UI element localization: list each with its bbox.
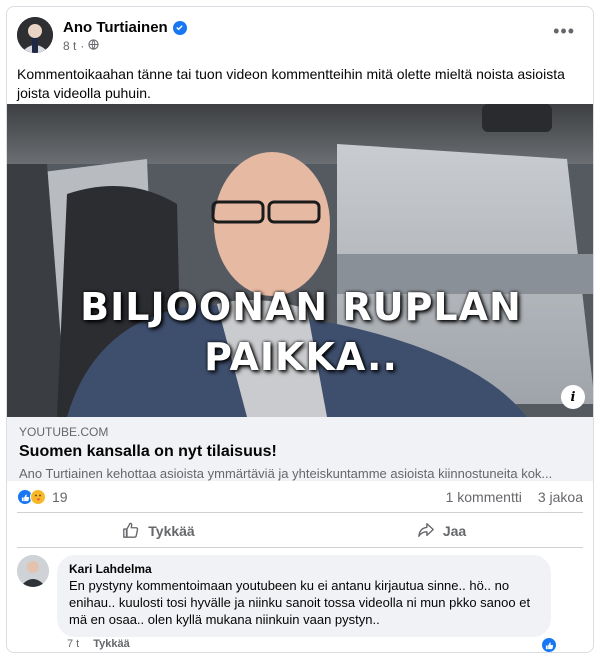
reactions-bar: 19 1 kommentti 3 jakoa	[17, 483, 583, 511]
video-thumbnail[interactable]: BILJOONAN RUPLAN PAIKKA.. i	[7, 104, 593, 417]
comment-time[interactable]: 7 t	[67, 638, 79, 650]
like-button[interactable]: Tykkää	[17, 515, 300, 547]
post-actions: Tykkää Jaa	[17, 515, 583, 547]
comment-like-reaction-icon[interactable]	[541, 637, 557, 652]
info-icon[interactable]: i	[561, 385, 585, 409]
share-button[interactable]: Jaa	[300, 515, 583, 547]
thumbs-up-icon	[122, 521, 140, 542]
author-name[interactable]: Ano Turtiainen	[63, 19, 187, 36]
separator-dot: ·	[80, 39, 85, 53]
engagement-counts: 1 kommentti 3 jakoa	[446, 489, 583, 505]
post-meta: 8 t ·	[63, 39, 99, 53]
comment-like-button[interactable]: Tykkää	[93, 638, 130, 650]
overlay-line-2: PAIKKA..	[204, 335, 398, 379]
reaction-icons[interactable]	[17, 489, 46, 505]
comment-meta: 7 t Tykkää	[67, 638, 130, 650]
reaction-count[interactable]: 19	[52, 489, 68, 505]
link-domain: YOUTUBE.COM	[19, 425, 109, 439]
commenter-avatar[interactable]	[17, 555, 49, 587]
divider-bottom	[17, 547, 583, 548]
share-arrow-icon	[417, 521, 435, 542]
divider-top	[17, 512, 583, 513]
comment-count[interactable]: 1 kommentti	[446, 489, 522, 505]
author-name-text[interactable]: Ano Turtiainen	[63, 19, 168, 36]
post-time[interactable]: 8 t	[63, 39, 76, 53]
link-preview[interactable]: YOUTUBE.COM Suomen kansalla on nyt tilai…	[7, 417, 593, 481]
link-title[interactable]: Suomen kansalla on nyt tilaisuus!	[19, 443, 583, 461]
comment-bubble: Kari Lahdelma En pystyny kommentoimaan y…	[57, 555, 551, 637]
verified-badge-icon	[172, 20, 187, 35]
facebook-post: Ano Turtiainen 8 t · ••• Kommentoikaahan…	[6, 6, 594, 653]
commenter-name[interactable]: Kari Lahdelma	[69, 562, 539, 576]
post-header: Ano Turtiainen 8 t · •••	[17, 17, 583, 57]
share-button-label: Jaa	[442, 523, 467, 539]
globe-icon	[88, 39, 99, 53]
more-options-icon[interactable]: •••	[553, 21, 575, 42]
link-description: Ano Turtiainen kehottaa asioista ymmärtä…	[19, 466, 553, 481]
video-overlay-text: BILJOONAN RUPLAN PAIKKA..	[7, 282, 593, 382]
like-button-label: Tykkää	[148, 523, 195, 539]
overlay-line-1: BILJOONAN RUPLAN	[80, 285, 522, 329]
care-reaction-icon	[30, 489, 46, 505]
post-text: Kommentoikaahan tänne tai tuon videon ko…	[17, 66, 565, 101]
comment-text: En pystyny kommentoimaan youtubeen ku ei…	[69, 578, 531, 627]
share-count[interactable]: 3 jakoa	[538, 489, 583, 505]
author-avatar[interactable]	[17, 17, 53, 53]
